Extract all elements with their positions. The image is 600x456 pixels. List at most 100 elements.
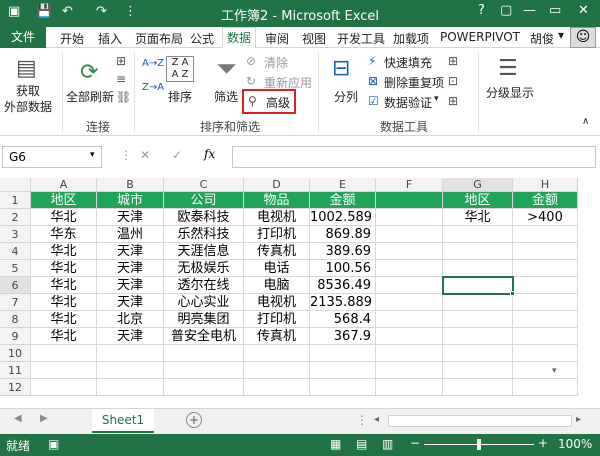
- cell-h1[interactable]: 金额: [513, 192, 578, 209]
- row-header-4[interactable]: 4: [0, 243, 31, 260]
- cell-a12[interactable]: [31, 379, 97, 396]
- cell-h2[interactable]: >400: [513, 209, 578, 226]
- cell-b11[interactable]: [97, 362, 164, 379]
- cell-d10[interactable]: [244, 345, 310, 362]
- cell-b10[interactable]: [97, 345, 164, 362]
- cell-a2[interactable]: 华北: [31, 209, 97, 226]
- cell-c8[interactable]: 明亮集团: [164, 311, 244, 328]
- cell-f9[interactable]: [376, 328, 443, 345]
- tab-data[interactable]: 数据: [222, 27, 256, 49]
- properties-icon[interactable]: ≡: [116, 72, 126, 86]
- row-header-2[interactable]: 2: [0, 209, 31, 226]
- column-header-h[interactable]: H: [513, 178, 578, 192]
- cell-g12[interactable]: [443, 379, 513, 396]
- cell-d9[interactable]: 传真机: [244, 328, 310, 345]
- cell-d2[interactable]: 电视机: [244, 209, 310, 226]
- sort-az-icon[interactable]: A→Z: [142, 58, 164, 69]
- cell-h5[interactable]: [513, 260, 578, 277]
- cell-h11[interactable]: [513, 362, 578, 379]
- zoom-in-button[interactable]: +: [538, 436, 548, 450]
- split-button[interactable]: 分列: [334, 88, 358, 105]
- cell-e2[interactable]: 1002.589: [310, 209, 376, 226]
- cell-g7[interactable]: [443, 294, 513, 311]
- get-external-label-2[interactable]: 外部数据: [4, 98, 52, 115]
- cell-c1[interactable]: 公司: [164, 192, 244, 209]
- sort-button[interactable]: 排序: [168, 88, 192, 105]
- cell-b3[interactable]: 温州: [97, 226, 164, 243]
- help-button[interactable]: ?: [478, 3, 485, 18]
- cell-g8[interactable]: [443, 311, 513, 328]
- row-header-3[interactable]: 3: [0, 226, 31, 243]
- zoom-level[interactable]: 100%: [558, 437, 592, 451]
- cell-a1[interactable]: 地区: [31, 192, 97, 209]
- user-dropdown-icon[interactable]: ▾: [558, 28, 564, 42]
- cell-d6[interactable]: 电脑: [244, 277, 310, 294]
- cell-f6[interactable]: [376, 277, 443, 294]
- scroll-down-icon[interactable]: ▾: [552, 366, 557, 376]
- validation-dropdown-icon[interactable]: ▾: [434, 94, 439, 104]
- cell-h12[interactable]: [513, 379, 578, 396]
- cell-c12[interactable]: [164, 379, 244, 396]
- cell-b1[interactable]: 城市: [97, 192, 164, 209]
- cell-h9[interactable]: [513, 328, 578, 345]
- cell-a3[interactable]: 华东: [31, 226, 97, 243]
- cell-c9[interactable]: 普安全电机: [164, 328, 244, 345]
- maximize-button[interactable]: ▭: [549, 3, 561, 18]
- cell-f5[interactable]: [376, 260, 443, 277]
- sheet-tab-sheet1[interactable]: Sheet1: [92, 409, 154, 433]
- collapse-ribbon-icon[interactable]: ∧: [582, 116, 589, 127]
- page-layout-view-icon[interactable]: ▤: [356, 437, 367, 451]
- cell-d12[interactable]: [244, 379, 310, 396]
- cell-a8[interactable]: 华北: [31, 311, 97, 328]
- cell-f1[interactable]: [376, 192, 443, 209]
- cell-f2[interactable]: [376, 209, 443, 226]
- add-sheet-button[interactable]: +: [186, 412, 202, 428]
- tab-powerpivot[interactable]: POWERPIVOT: [440, 30, 520, 44]
- cell-c3[interactable]: 乐然科技: [164, 226, 244, 243]
- cell-c5[interactable]: 无极娱乐: [164, 260, 244, 277]
- cell-e5[interactable]: 100.56: [310, 260, 376, 277]
- row-header-12[interactable]: 12: [0, 379, 31, 396]
- cell-b8[interactable]: 北京: [97, 311, 164, 328]
- column-header-b[interactable]: B: [97, 178, 164, 192]
- cell-c6[interactable]: 透尔在线: [164, 277, 244, 294]
- cell-b6[interactable]: 天津: [97, 277, 164, 294]
- cell-f7[interactable]: [376, 294, 443, 311]
- filter-button[interactable]: 筛选: [214, 88, 238, 105]
- cell-b5[interactable]: 天津: [97, 260, 164, 277]
- cell-e9[interactable]: 367.9: [310, 328, 376, 345]
- cell-c10[interactable]: [164, 345, 244, 362]
- tab-addins[interactable]: 加载项: [393, 30, 429, 47]
- cell-e10[interactable]: [310, 345, 376, 362]
- cell-d1[interactable]: 物品: [244, 192, 310, 209]
- cell-h8[interactable]: [513, 311, 578, 328]
- cell-c4[interactable]: 天涯信息: [164, 243, 244, 260]
- cell-a7[interactable]: 华北: [31, 294, 97, 311]
- fill-handle[interactable]: [510, 291, 515, 296]
- tab-formulas[interactable]: 公式: [190, 30, 214, 47]
- cell-c7[interactable]: 心心实业: [164, 294, 244, 311]
- cell-e11[interactable]: [310, 362, 376, 379]
- relationships-icon[interactable]: ⊞: [448, 94, 458, 108]
- cell-e7[interactable]: 2135.889: [310, 294, 376, 311]
- cell-f12[interactable]: [376, 379, 443, 396]
- cell-f10[interactable]: [376, 345, 443, 362]
- tab-developer[interactable]: 开发工具: [337, 30, 385, 47]
- cell-e12[interactable]: [310, 379, 376, 396]
- enter-icon[interactable]: ✓: [172, 148, 182, 162]
- cell-a5[interactable]: 华北: [31, 260, 97, 277]
- edit-links-icon[interactable]: ⛓: [116, 90, 131, 104]
- insert-function-icon[interactable]: fx: [204, 147, 215, 161]
- cell-g5[interactable]: [443, 260, 513, 277]
- consolidate-icon[interactable]: ⊞: [448, 54, 458, 68]
- cell-e8[interactable]: 568.4: [310, 311, 376, 328]
- cell-h3[interactable]: [513, 226, 578, 243]
- cell-b2[interactable]: 天津: [97, 209, 164, 226]
- formula-input[interactable]: [232, 146, 596, 168]
- row-header-11[interactable]: 11: [0, 362, 31, 379]
- clear-button[interactable]: 清除: [264, 54, 288, 71]
- connections-icon[interactable]: ⊞: [116, 54, 126, 68]
- column-header-g[interactable]: G: [443, 178, 513, 192]
- name-box[interactable]: G6: [2, 146, 102, 168]
- cell-g4[interactable]: [443, 243, 513, 260]
